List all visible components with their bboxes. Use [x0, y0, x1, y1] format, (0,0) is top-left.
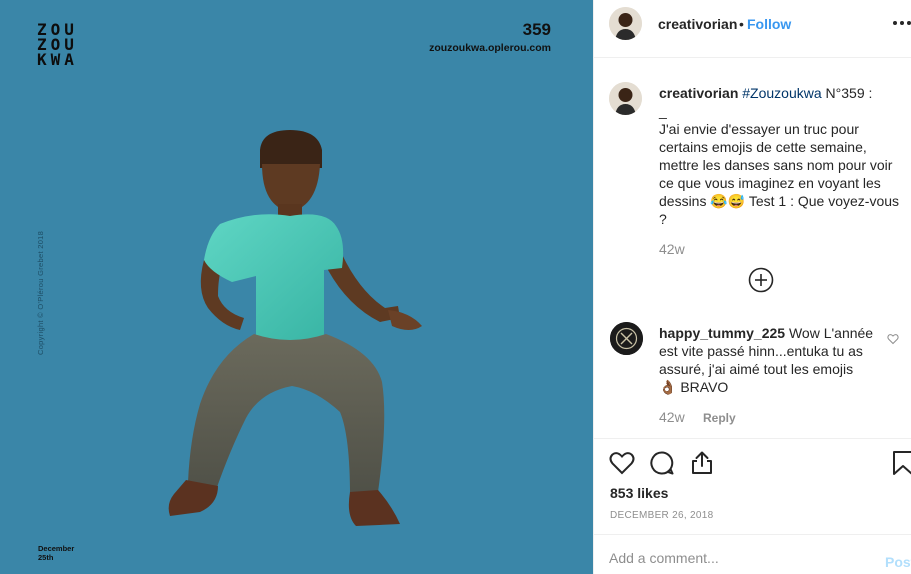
post-sidebar: creativorian • Follow creativorian #Zouz… — [593, 0, 911, 574]
hashtag-link[interactable]: #Zouzoukwa — [742, 85, 821, 101]
likes-count[interactable]: 853 likes — [610, 485, 668, 501]
caption-title: N°359 : — [821, 85, 873, 101]
comment-timestamp[interactable]: 42w — [659, 409, 685, 425]
comment-item: happy_tummy_225 Wow L'année est vite pas… — [659, 324, 874, 396]
bookmark-icon[interactable] — [890, 450, 911, 476]
date-stamp-line: December — [38, 544, 75, 553]
caption-timestamp[interactable]: 42w — [659, 241, 685, 257]
avatar[interactable] — [609, 82, 642, 115]
zouzoukwa-logo: ZOU ZOU KWA — [37, 22, 89, 69]
reply-button[interactable]: Reply — [703, 411, 736, 425]
post-caption: creativorian #Zouzoukwa N°359 : _ J'ai e… — [659, 84, 904, 228]
share-icon[interactable] — [689, 450, 715, 476]
emoji-number: 359 — [522, 20, 551, 39]
avatar[interactable] — [609, 7, 642, 40]
date-stamp: December 25th — [38, 544, 88, 562]
more-options-icon[interactable] — [892, 15, 911, 31]
comment-username[interactable]: happy_tummy_225 — [659, 325, 785, 341]
copyright-text: Copyright © O'Plérou Grebet 2018 — [36, 230, 45, 355]
date-stamp-line: 25th — [38, 553, 54, 562]
load-more-comments-icon[interactable] — [748, 267, 774, 293]
comments-section: creativorian #Zouzoukwa N°359 : _ J'ai e… — [594, 58, 911, 438]
comment-input[interactable] — [609, 547, 859, 569]
post-comment-button[interactable]: Post — [885, 554, 911, 570]
post-header: creativorian • Follow — [594, 0, 911, 58]
profile-avatar-icon — [609, 82, 642, 115]
avatar[interactable] — [610, 322, 643, 355]
profile-avatar-icon — [609, 7, 642, 40]
add-comment-bar: Post — [594, 534, 911, 574]
comment-like-heart-icon[interactable] — [887, 333, 899, 345]
post-actions: 853 likes DECEMBER 26, 2018 — [594, 438, 911, 534]
caption-dash: _ — [659, 103, 667, 119]
dancing-figure-illustration — [168, 130, 422, 526]
logo-line: KWA — [37, 50, 78, 69]
header-username[interactable]: creativorian — [658, 16, 737, 32]
caption-body: J'ai envie d'essayer un truc pour certai… — [659, 121, 900, 227]
comment-bubble-icon[interactable] — [649, 450, 675, 476]
separator-dot: • — [739, 16, 744, 32]
commenter-avatar-icon — [610, 322, 643, 355]
follow-button[interactable]: Follow — [747, 16, 791, 32]
post-image[interactable]: ZOU ZOU KWA 359 zouzoukwa.oplerou.com Co… — [0, 0, 593, 574]
site-url: zouzoukwa.oplerou.com — [429, 42, 551, 54]
post-date[interactable]: DECEMBER 26, 2018 — [610, 510, 713, 521]
caption-username[interactable]: creativorian — [659, 85, 738, 101]
heart-icon[interactable] — [609, 450, 635, 476]
